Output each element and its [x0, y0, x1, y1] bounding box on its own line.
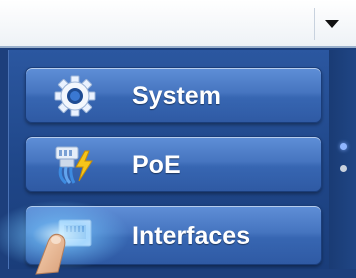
menu-button-poe[interactable]: PoE	[25, 136, 322, 192]
gear-icon	[52, 74, 98, 118]
triangle-down-icon	[325, 20, 339, 28]
menu-button-interfaces[interactable]: Interfaces	[25, 205, 322, 265]
pager-strip	[329, 50, 356, 269]
dropdown-button[interactable]	[314, 8, 349, 40]
ethernet-port-icon	[52, 212, 98, 256]
page-dot-1[interactable]	[340, 143, 347, 150]
menu-button-label: System	[132, 81, 221, 110]
top-bar	[0, 0, 356, 48]
menu-button-label: Interfaces	[132, 221, 251, 250]
menu-button-system[interactable]: System	[25, 67, 322, 123]
dropdown-field[interactable]	[0, 0, 312, 46]
poe-plug-lightning-icon	[52, 143, 98, 187]
menu-button-label: PoE	[132, 150, 181, 179]
page-dot-2[interactable]	[340, 165, 347, 172]
